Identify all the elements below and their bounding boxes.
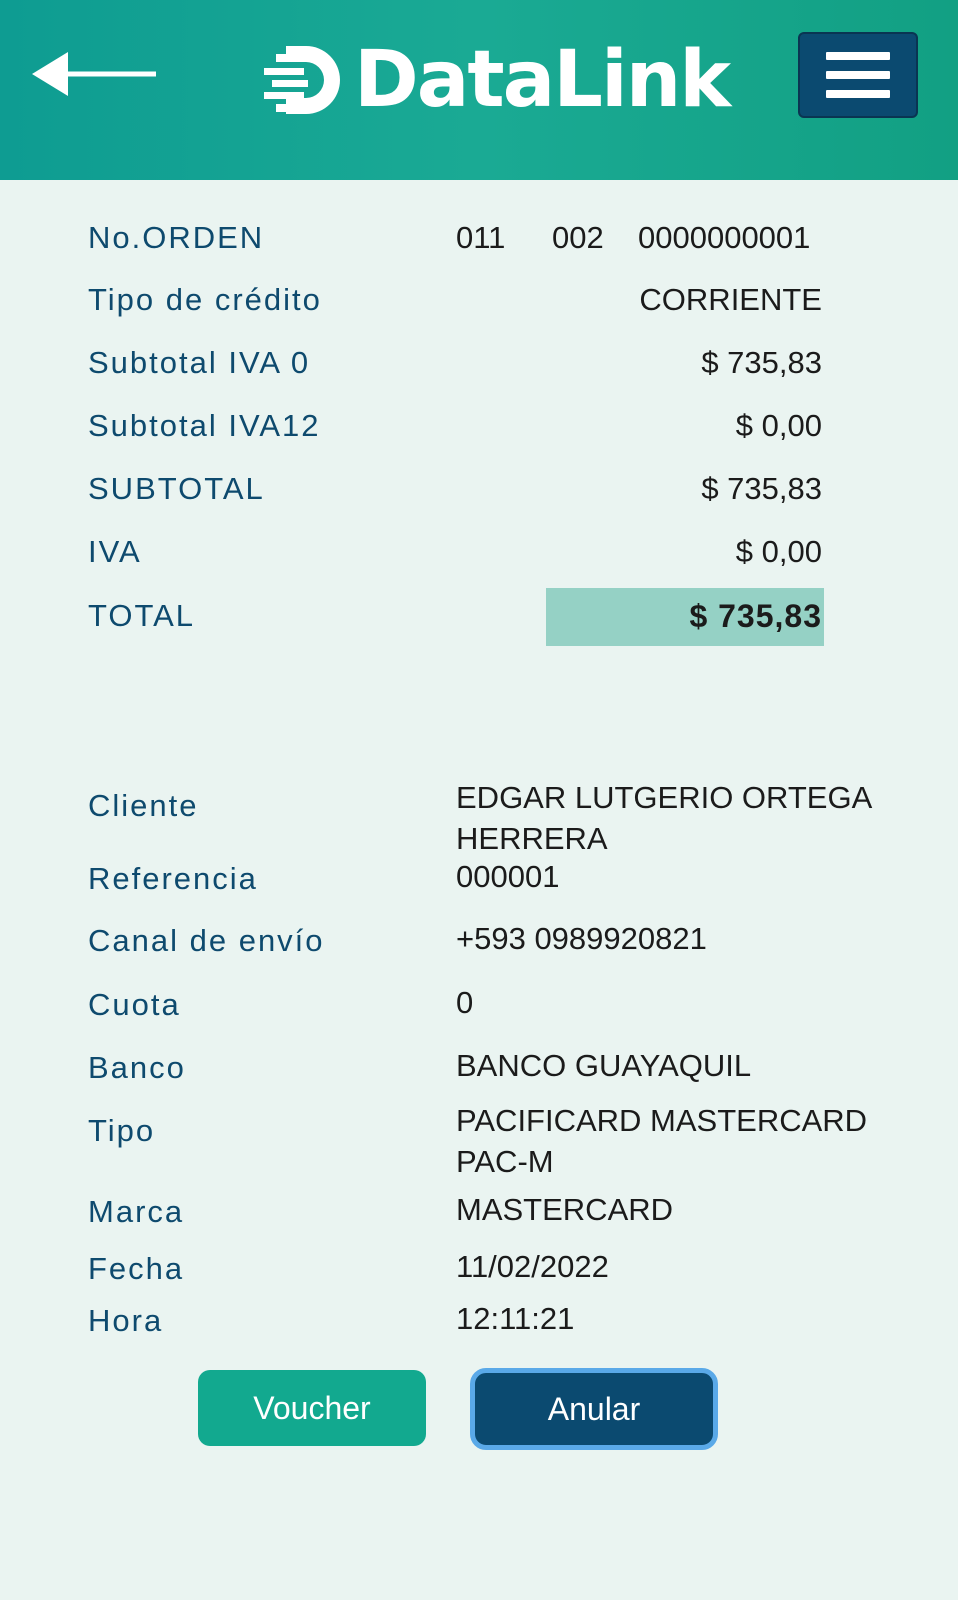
voucher-button[interactable]: Voucher <box>198 1370 426 1446</box>
order-number-label: No.ORDEN <box>88 220 265 255</box>
total-label: TOTAL <box>88 598 196 633</box>
client-label: Cliente <box>88 788 199 823</box>
subtotal-iva12-label: Subtotal IVA12 <box>88 408 321 443</box>
credit-type-value: CORRIENTE <box>639 282 822 317</box>
hamburger-icon-bar <box>826 90 890 98</box>
brand-label: Marca <box>88 1194 185 1229</box>
subtotal-label: SUBTOTAL <box>88 471 265 506</box>
subtotal-iva12-value: $ 0,00 <box>735 408 822 443</box>
time-label: Hora <box>88 1303 164 1338</box>
send-channel-value: +593 0989920821 <box>456 921 707 956</box>
back-button[interactable] <box>30 48 160 100</box>
subtotal-iva0-label: Subtotal IVA 0 <box>88 345 311 380</box>
cancel-button[interactable]: Anular <box>470 1368 718 1450</box>
iva-value: $ 0,00 <box>735 534 822 569</box>
order-number-part1: 011 <box>456 220 506 255</box>
subtotal-value: $ 735,83 <box>701 471 822 506</box>
client-name-line2: HERRERA <box>456 821 608 856</box>
credit-type-label: Tipo de crédito <box>88 282 322 317</box>
bank-value: BANCO GUAYAQUIL <box>456 1048 752 1083</box>
card-type-label: Tipo <box>88 1113 156 1148</box>
arrow-left-icon <box>32 52 156 96</box>
date-value: 11/02/2022 <box>456 1249 609 1284</box>
datalink-d-icon <box>264 46 340 114</box>
card-type-line1: PACIFICARD MASTERCARD <box>456 1103 868 1138</box>
hamburger-icon-bar <box>826 52 890 60</box>
menu-button[interactable] <box>798 32 918 118</box>
subtotal-iva0-value: $ 735,83 <box>701 345 822 380</box>
reference-value: 000001 <box>456 859 560 894</box>
reference-label: Referencia <box>88 861 258 896</box>
iva-label: IVA <box>88 534 142 569</box>
date-label: Fecha <box>88 1251 185 1286</box>
order-number-part3: 0000000001 <box>638 220 811 255</box>
installment-value: 0 <box>456 985 474 1020</box>
hamburger-icon-bar <box>826 71 890 79</box>
order-number-part2: 002 <box>552 220 604 255</box>
app-header: DataLink <box>0 0 958 180</box>
bank-label: Banco <box>88 1050 186 1085</box>
card-type-line2: PAC-M <box>456 1144 554 1179</box>
card-type-value: PACIFICARD MASTERCARD PAC-M <box>456 1100 896 1182</box>
logo-text: DataLink <box>354 35 731 125</box>
time-value: 12:11:21 <box>456 1301 575 1336</box>
send-channel-label: Canal de envío <box>88 923 325 958</box>
client-name-line1: EDGAR LUTGERIO ORTEGA <box>456 780 873 815</box>
brand-value: MASTERCARD <box>456 1192 674 1227</box>
total-value: $ 735,83 <box>689 598 822 634</box>
datalink-logo: DataLink <box>262 35 731 125</box>
client-value: EDGAR LUTGERIO ORTEGA HERRERA <box>456 777 896 859</box>
installment-label: Cuota <box>88 987 181 1022</box>
